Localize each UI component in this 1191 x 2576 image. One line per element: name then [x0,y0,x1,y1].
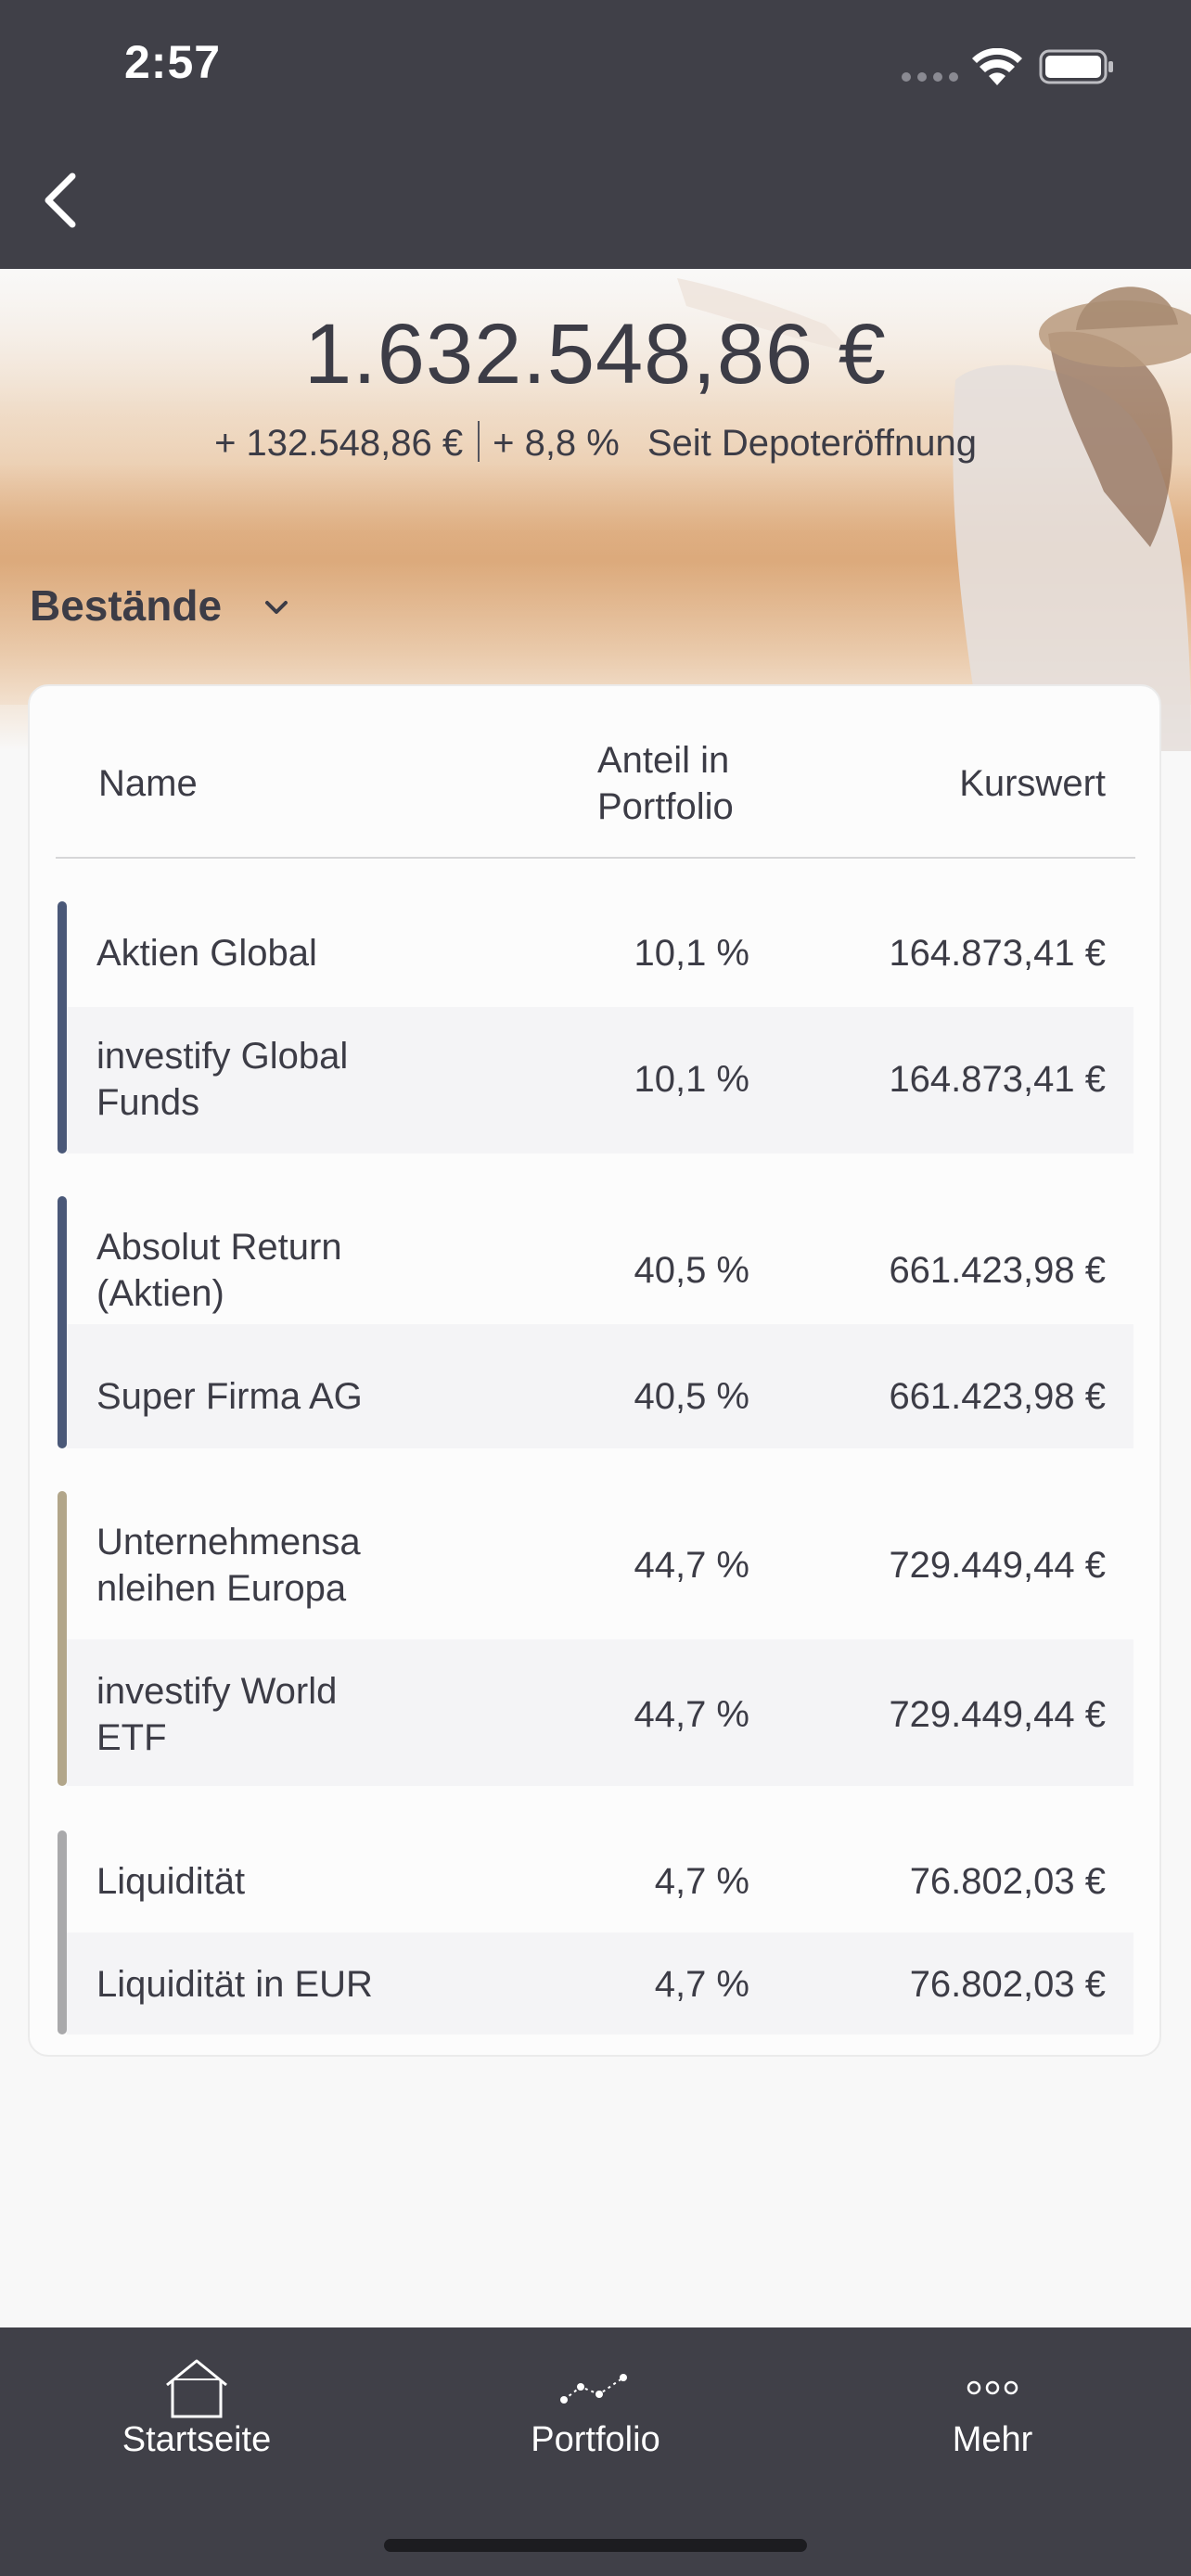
holding-name: investify Global [96,1036,349,1077]
home-indicator [384,2539,807,2552]
holding-name-line2: ETF [96,1717,167,1758]
tab-label-mehr: Mehr [952,2420,1033,2459]
section-title: Bestände [30,581,223,630]
navigation-bar [0,137,1191,269]
holding-name: investify World [96,1671,338,1712]
change-percent: + 8,8 % [493,423,620,464]
holding-share: 10,1 % [634,933,749,974]
header-divider [56,857,1135,859]
holding-name-line2: nleihen Europa [96,1568,347,1609]
holding-value: 729.449,44 € [889,1694,1106,1735]
more-dots-icon [967,2380,1018,2395]
group-color-bar [58,901,67,1154]
tab-mehr[interactable] [853,2327,1132,2494]
column-header-share: Anteil in Portfolio [597,737,734,830]
portfolio-chart-icon [560,2374,627,2404]
holding-share: 44,7 % [634,1694,749,1735]
holding-share: 4,7 % [654,1964,749,2005]
holding-value: 661.423,98 € [889,1376,1106,1417]
holding-share: 44,7 % [634,1545,749,1586]
chevron-down-icon[interactable] [262,597,291,618]
group-color-bar [58,1196,67,1448]
holding-name: Super Firma AG [96,1376,363,1417]
holding-value: 729.449,44 € [889,1545,1106,1586]
holding-share: 40,5 % [634,1250,749,1291]
holding-value: 661.423,98 € [889,1250,1106,1291]
holding-name: Liquidität [96,1861,246,1902]
battery-icon [1039,49,1113,84]
tab-portfolio[interactable] [456,2327,735,2494]
home-icon [166,2359,227,2418]
holding-share: 4,7 % [654,1861,749,1902]
holding-value: 164.873,41 € [889,1059,1106,1100]
back-button[interactable] [35,163,91,237]
holding-value: 164.873,41 € [889,933,1106,974]
tab-label-startseite: Startseite [122,2420,272,2459]
holding-share: 10,1 % [634,1059,749,1100]
holding-name: Liquidität in EUR [96,1964,373,2005]
status-time: 2:57 [124,36,222,88]
holding-name-line2: Funds [96,1082,200,1123]
change-period: Seit Depoteröffnung [647,423,977,464]
tab-label-portfolio: Portfolio [531,2420,660,2459]
holding-value: 76.802,03 € [909,1861,1106,1902]
column-header-value: Kurswert [959,763,1106,804]
portfolio-total-value: 1.632.548,86 € [304,307,887,402]
portfolio-change-row: + 132.548,86 € + 8,8 % Seit Depoteröffnung [0,421,1191,465]
holdings-dropdown[interactable]: Bestände [30,580,222,631]
holding-value: 76.802,03 € [909,1964,1106,2005]
column-header-name: Name [98,763,198,804]
holding-name: Unternehmensa [96,1522,361,1562]
holding-share: 40,5 % [634,1376,749,1417]
column-header-share-line2: Portfolio [597,786,734,827]
holding-name-line2: (Aktien) [96,1273,224,1314]
group-color-bar [58,1830,67,2034]
divider [478,421,480,463]
change-absolute: + 132.548,86 € [214,423,464,464]
column-header-share-line1: Anteil in [597,740,730,781]
holding-name: Absolut Return [96,1227,342,1268]
holding-name: Aktien Global [96,933,317,974]
wifi-icon [972,48,1022,85]
group-color-bar [58,1491,67,1786]
cellular-signal-icon [902,72,959,85]
